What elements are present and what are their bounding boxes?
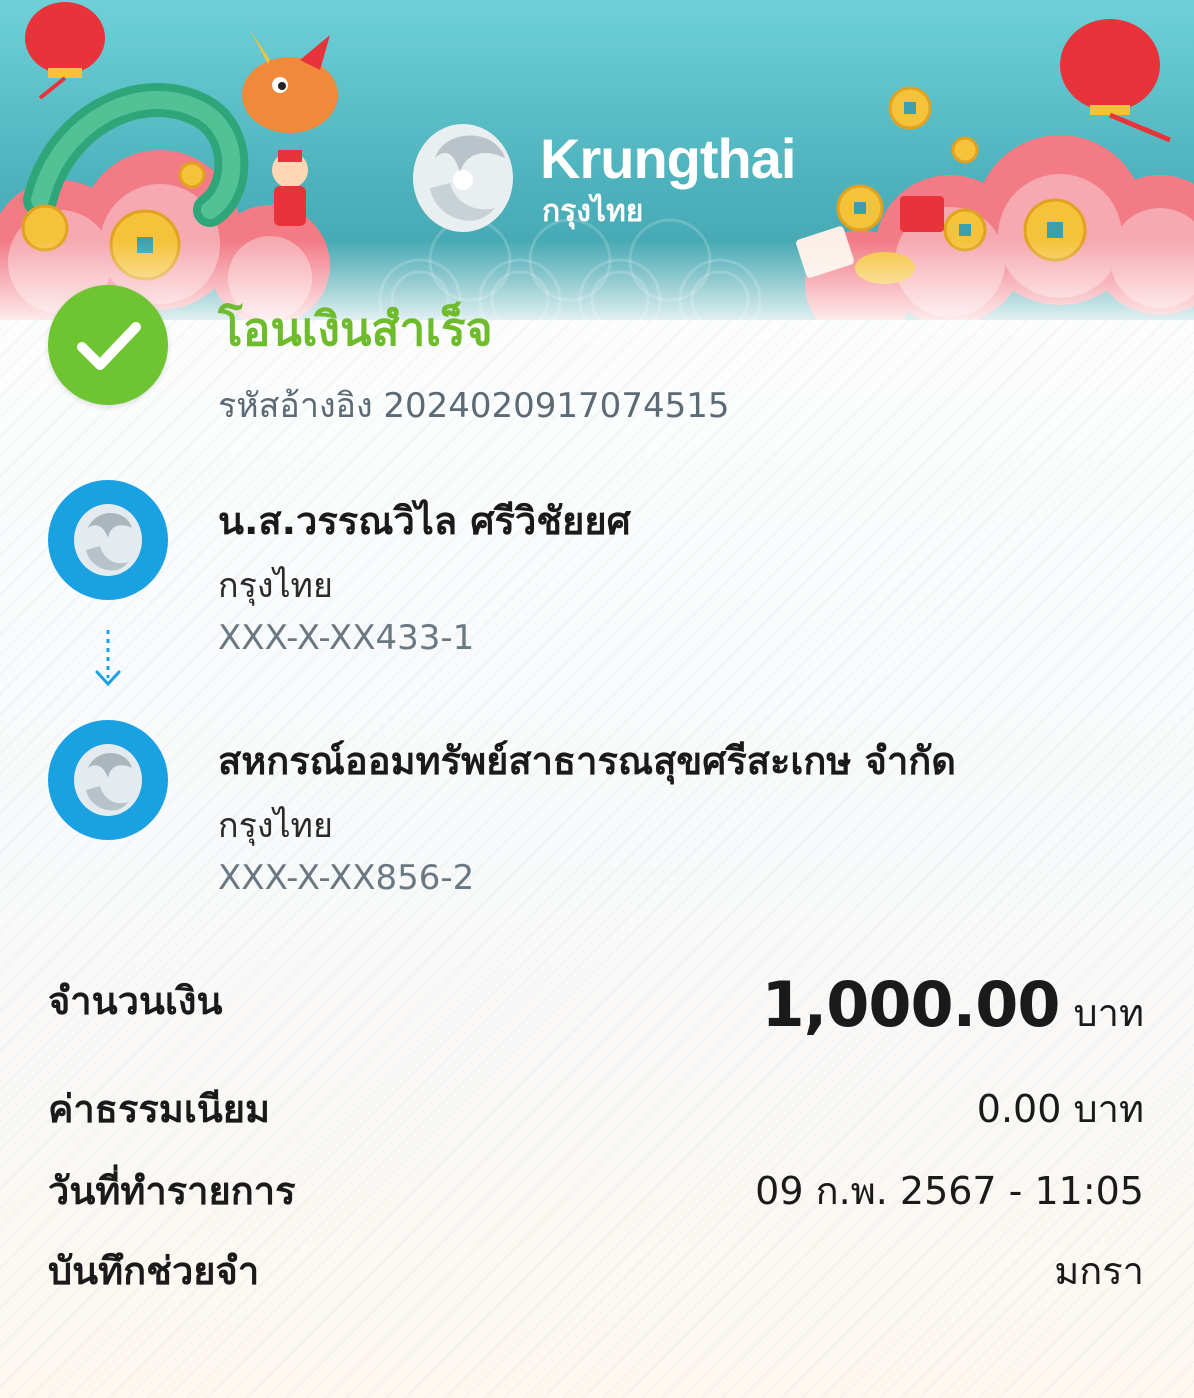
krungthai-logo-icon <box>74 744 142 816</box>
header-banner: Krungthai กรุงไทย <box>0 0 1194 320</box>
sender-bank-avatar <box>48 480 168 600</box>
check-icon <box>77 322 141 370</box>
fee-label: ค่าธรรมเนียม <box>48 1087 271 1131</box>
reference-number: รหัสอ้างอิง 2024020917074515 <box>218 386 730 426</box>
krungthai-logo-icon <box>74 504 142 576</box>
receiver-account: XXX-X-XX856-2 <box>218 858 475 898</box>
date-value: 09 ก.พ. 2567 - 11:05 <box>755 1169 1144 1213</box>
status-title: โอนเงินสำเร็จ <box>218 302 493 356</box>
sender-account: XXX-X-XX433-1 <box>218 618 475 658</box>
brand-logo-block: Krungthai กรุงไทย <box>405 118 805 238</box>
transfer-slip: Krungthai กรุงไทย โอนเงินสำเร็จ รหัสอ้าง… <box>0 0 1194 1398</box>
amount-unit: บาท <box>1073 991 1144 1035</box>
date-label: วันที่ทำรายการ <box>48 1169 296 1213</box>
krungthai-logo-icon <box>413 124 513 232</box>
amount-value-group: 1,000.00 บาท <box>762 968 1144 1043</box>
sender-name: น.ส.วรรณวิไล ศรีวิชัยยศ <box>218 499 631 543</box>
brand-name-th: กรุงไทย <box>542 194 644 229</box>
amount-value: 1,000.00 <box>761 968 1061 1041</box>
success-badge <box>48 285 168 405</box>
amount-label: จำนวนเงิน <box>48 979 223 1023</box>
receiver-bank: กรุงไทย <box>218 806 333 846</box>
banner-fade <box>0 240 1194 320</box>
brand-name-en: Krungthai <box>540 127 796 190</box>
down-arrow-icon <box>95 630 121 687</box>
memo-label: บันทึกช่วยจำ <box>48 1249 260 1293</box>
memo-value: มกรา <box>1054 1249 1144 1293</box>
fee-value: 0.00 บาท <box>976 1087 1144 1131</box>
receiver-bank-avatar <box>48 720 168 840</box>
receiver-name: สหกรณ์ออมทรัพย์สาธารณสุขศรีสะเกษ จำกัด <box>218 739 956 783</box>
sender-bank: กรุงไทย <box>218 566 333 606</box>
